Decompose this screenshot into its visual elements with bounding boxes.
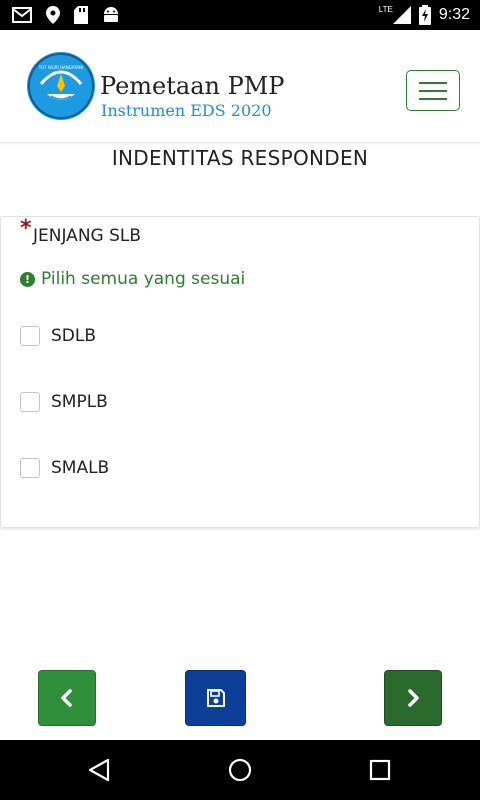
previous-button[interactable] [38, 670, 96, 726]
option-label: SDLB [51, 326, 97, 346]
info-exclamation-icon: ! [20, 271, 35, 287]
battery-charging-icon [418, 5, 431, 25]
required-marker: * [20, 216, 32, 241]
next-button[interactable] [384, 670, 442, 726]
sd-card-icon [74, 6, 88, 24]
logo-emblem-icon: TUT WURI HANDAYANI [28, 53, 94, 119]
option-label: SMPLB [51, 392, 108, 412]
hamburger-icon-line [419, 89, 447, 92]
android-icon [104, 7, 118, 22]
option-smplb[interactable]: SMPLB [20, 390, 108, 414]
network-type: LTE [378, 4, 393, 14]
tut-wuri-handayani-logo: TUT WURI HANDAYANI [27, 52, 95, 120]
page-title: INDENTITAS RESPONDEN [111, 146, 369, 170]
hint-text: Pilih semua yang sesuai [41, 269, 246, 289]
app-subtitle: Instrumen EDS 2020 [101, 101, 272, 120]
hamburger-icon-line [419, 97, 447, 100]
menu-button[interactable] [406, 70, 460, 111]
home-icon[interactable] [228, 758, 252, 782]
status-bar-left [12, 6, 120, 24]
recent-apps-icon[interactable] [369, 759, 391, 781]
hamburger-icon-line [419, 81, 447, 84]
option-label: SMALB [51, 458, 110, 478]
option-sdlb[interactable]: SDLB [20, 324, 96, 348]
option-smalb[interactable]: SMALB [20, 456, 109, 480]
logo-lettering: TUT WURI HANDAYANI [38, 65, 83, 70]
back-icon[interactable] [88, 758, 110, 782]
app-header: TUT WURI HANDAYANI Pemetaan PMP Instrume… [0, 30, 480, 143]
gmail-icon [12, 7, 32, 23]
app-title: Pemetaan PMP [100, 72, 285, 100]
status-bar: LTE 9:32 [0, 0, 480, 30]
question-label: JENJANG SLB [33, 226, 142, 246]
system-navigation-bar [0, 740, 480, 800]
save-button[interactable] [185, 670, 246, 726]
signal-icon [392, 6, 411, 24]
checkbox[interactable] [20, 392, 40, 412]
question-hint: ! Pilih semua yang sesuai [20, 269, 245, 289]
question-card [0, 216, 480, 528]
save-icon [206, 689, 225, 707]
location-pin-icon [46, 6, 60, 24]
status-bar-right: LTE 9:32 [379, 4, 470, 26]
checkbox[interactable] [20, 458, 40, 478]
clock: 9:32 [438, 6, 470, 23]
chevron-right-icon [408, 689, 419, 707]
checkbox[interactable] [20, 326, 40, 346]
chevron-left-icon [61, 689, 72, 707]
